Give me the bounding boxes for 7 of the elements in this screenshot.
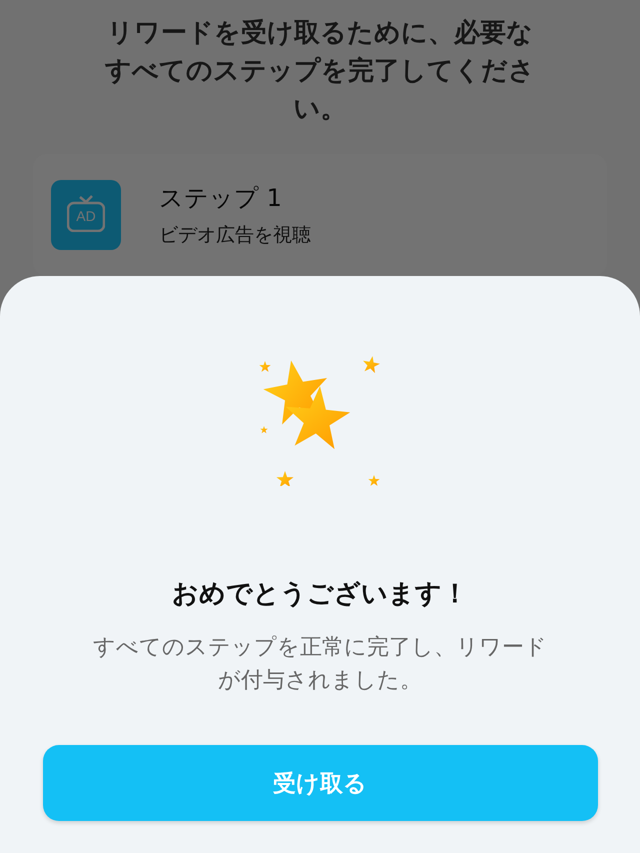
instruction-text: リワードを受け取るために、必要なすべてのステップを完了してください。 [105,17,535,126]
dialog-message: すべてのステップを正常に完了し、リワードが付与されました。 [92,634,548,695]
icon-label: AD [75,208,97,224]
dialog-title: おめでとうございます！ [172,578,468,611]
step-description: ビデオ広告を視聴 [159,223,311,248]
tv-icon [67,195,105,232]
step-title: ステップ 1 [159,183,283,214]
